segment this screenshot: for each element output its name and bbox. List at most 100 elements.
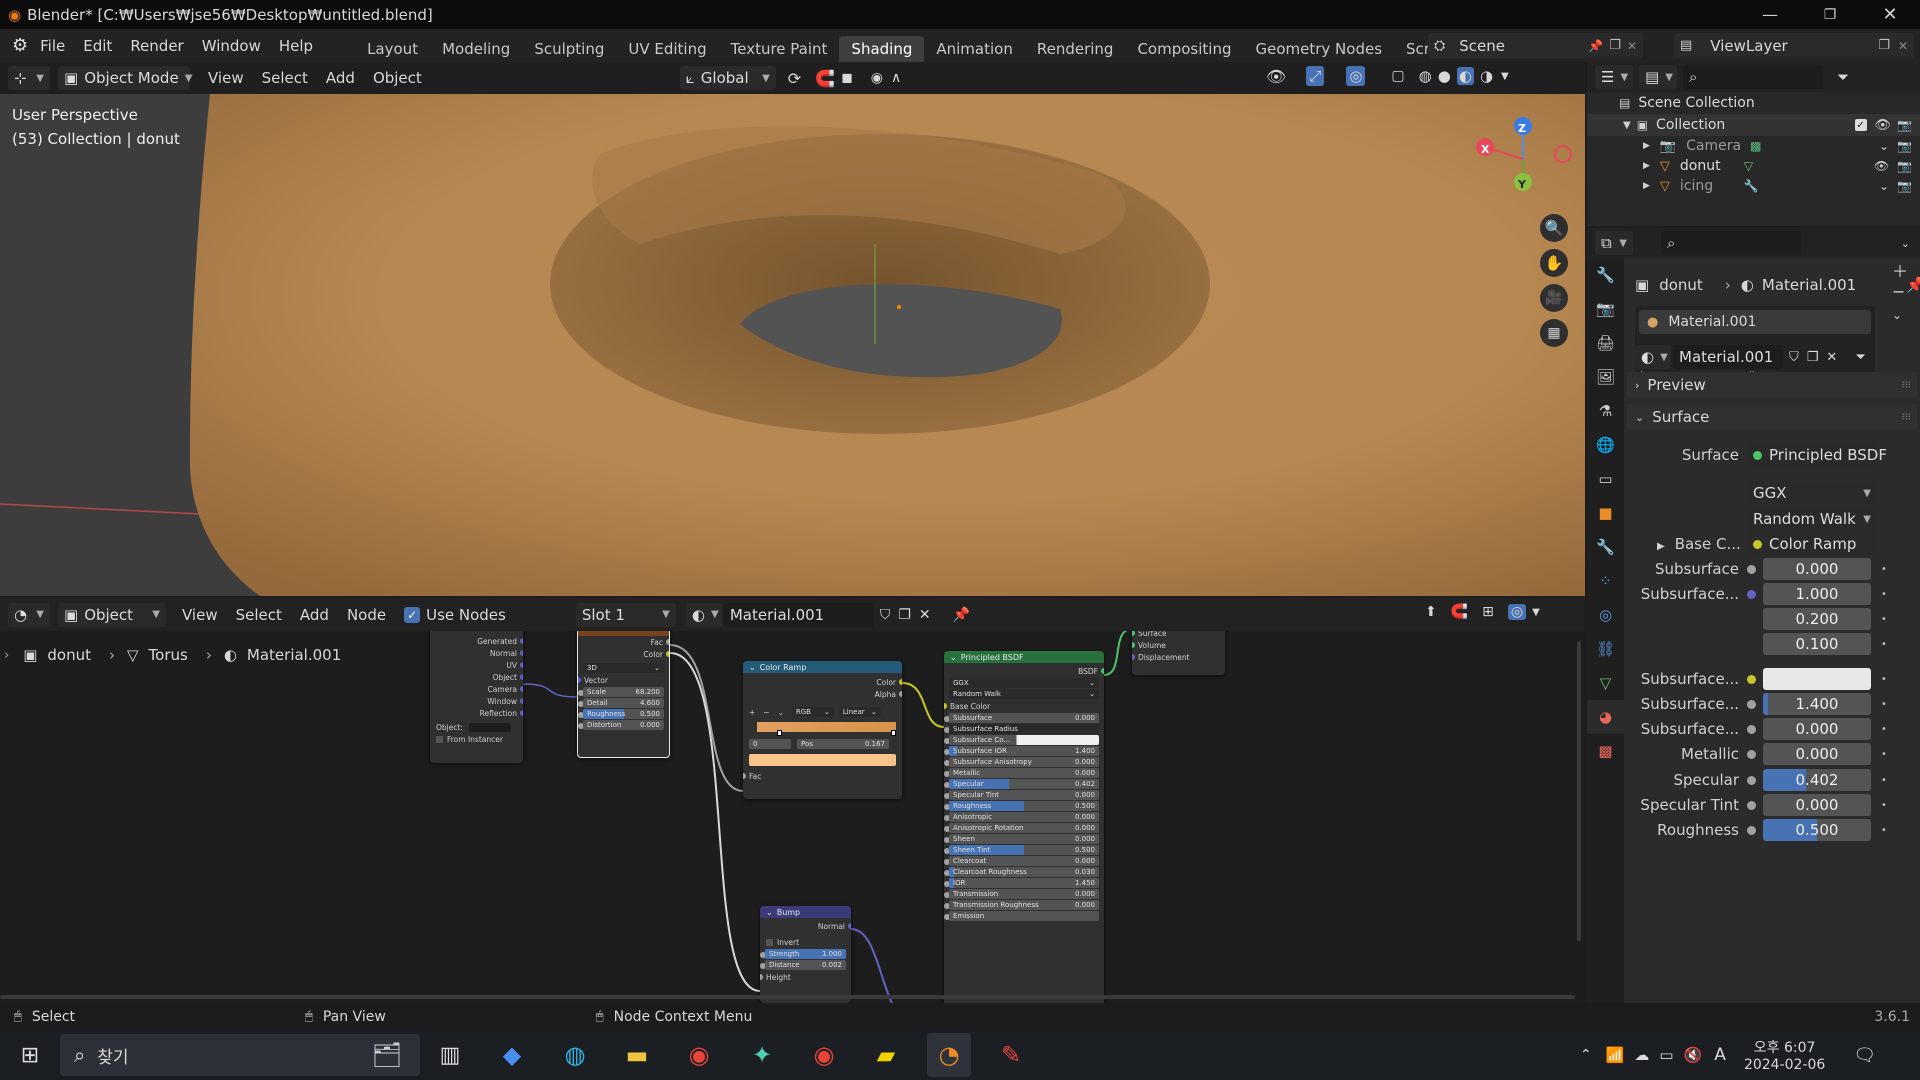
minimize-icon[interactable]: — — [1740, 0, 1800, 29]
principled-bsdf-node[interactable]: ⌄ Principled BSDF BSDF GGX ⌄ Random Walk ⌄ … — [944, 651, 1104, 1003]
outliner-item-row[interactable]: ▶ 📷 Camera ▩ ⌄ 📷 — [1587, 136, 1920, 156]
snap-target-icon[interactable]: ◼ — [841, 70, 853, 86]
outliner-item-row[interactable]: ▶ ▽ donut ▽ 👁 📷 — [1587, 156, 1920, 176]
keyframe-dot-icon[interactable]: • — [1881, 564, 1887, 575]
node-field[interactable]: Anisotropic 0.000 — [949, 812, 1099, 822]
workspace-tab[interactable]: Animation — [924, 36, 1024, 62]
noise-dimension-dropdown[interactable]: 3D ⌄ — [583, 663, 664, 673]
ramp-stop-handle[interactable] — [777, 730, 782, 736]
socket-icon[interactable] — [1747, 615, 1756, 624]
blender-taskbar-icon[interactable]: ◔ — [927, 1033, 971, 1077]
copilot-icon[interactable]: ◆ — [490, 1033, 534, 1077]
battery-icon[interactable]: ▭ — [1659, 1046, 1673, 1064]
socket-icon[interactable] — [1747, 825, 1756, 835]
data-tab-icon[interactable]: ▽ — [1587, 666, 1624, 700]
zoom-icon[interactable]: 🔍 — [1540, 214, 1568, 242]
xray-icon[interactable]: ▢ — [1391, 68, 1404, 84]
taskbar-search[interactable]: ⌕ 찾기 🗂 — [60, 1034, 420, 1076]
property-value-field[interactable]: 0.000 — [1763, 718, 1871, 740]
filter-icon[interactable]: ⏷ — [1837, 68, 1849, 86]
material-output-node[interactable]: Surface Volume Displacement — [1132, 631, 1225, 675]
node-field[interactable]: Subsurface Anisotropy 0.000 — [949, 757, 1099, 767]
property-value-field[interactable]: 0.402 — [1763, 769, 1871, 791]
add-slot-icon[interactable]: ＋ — [1892, 258, 1908, 282]
workspace-tab[interactable]: Rendering — [1025, 36, 1126, 62]
socket-icon[interactable] — [1747, 564, 1756, 574]
parent-node-tree-icon[interactable]: ⬆ — [1425, 604, 1437, 620]
kakaotalk-icon[interactable]: ▰ — [864, 1033, 908, 1077]
shading-options-chevron-icon[interactable]: ▼ — [1501, 71, 1509, 82]
node-node-menu[interactable]: Node — [347, 606, 386, 624]
node-field[interactable]: Roughness 0.500 — [949, 801, 1099, 811]
output-tab-icon[interactable]: 🖨 — [1587, 326, 1624, 360]
scene-tab-icon[interactable]: ⚗ — [1587, 394, 1624, 428]
outliner-item-row[interactable]: ▶ ▽ icing 🔧 ⌄ 📷 — [1587, 176, 1920, 196]
ramp-gradient-bar[interactable] — [757, 722, 896, 736]
node-select-menu[interactable]: Select — [236, 606, 282, 624]
delete-viewlayer-icon[interactable]: ✕ — [1898, 39, 1908, 53]
pin-icon[interactable]: 📌 — [1588, 39, 1603, 53]
collection-row[interactable]: ▼ ▣ Collection ✓ 👁 📷 — [1587, 114, 1920, 136]
paint-app-icon[interactable]: ✎ — [989, 1033, 1033, 1077]
unlink-material-icon[interactable]: ✕ — [919, 607, 931, 623]
gizmo-toggle-icon[interactable]: ⤢ — [1306, 66, 1325, 86]
render-visibility-icon[interactable]: 📷 — [1897, 179, 1912, 193]
node-editor-hscrollbar[interactable] — [0, 995, 1575, 999]
node-field[interactable]: Strength 1.000 — [765, 949, 846, 959]
socket-icon[interactable] — [1747, 699, 1756, 709]
node-view-menu[interactable]: View — [182, 606, 218, 624]
vector-socket[interactable] — [520, 638, 523, 644]
render-visibility-icon[interactable]: 📷 — [1897, 139, 1912, 153]
collection-visibility-icon[interactable]: 👁 — [1875, 118, 1892, 133]
noise-texture-node[interactable]: Fac Color 3D ⌄ Vector Scale 68.200 Detail 4.… — [577, 631, 670, 758]
hidden-icon[interactable]: ⌄ — [1879, 179, 1889, 193]
keyframe-dot-icon[interactable]: • — [1881, 775, 1887, 786]
display-mode-dropdown[interactable]: ▤ ▼ — [1639, 65, 1677, 89]
properties-options-chevron-icon[interactable]: ⌄ — [1901, 237, 1910, 250]
object-tab-icon[interactable]: ■ — [1587, 496, 1624, 530]
mode-dropdown[interactable]: ▣ Object Mode ▼ — [58, 66, 192, 90]
outliner-editor-type[interactable]: ☰ ▼ — [1595, 65, 1633, 89]
property-value-field[interactable]: 0.000 — [1763, 743, 1871, 765]
viewport-add-menu[interactable]: Add — [326, 69, 355, 87]
node-field[interactable]: Anisotropic Rotation 0.000 — [949, 823, 1099, 833]
material-name-field[interactable]: Material.001 — [723, 602, 874, 627]
material-name-field[interactable]: Material.001 — [1673, 345, 1783, 369]
workspace-tab[interactable]: Layout — [355, 36, 430, 62]
collection-expand-icon[interactable]: ▼ — [1623, 120, 1631, 131]
vector-socket[interactable] — [520, 686, 523, 692]
delete-scene-icon[interactable]: ✕ — [1627, 39, 1637, 53]
tool-tab-icon[interactable]: 🔧 — [1587, 258, 1624, 292]
color-ramp-node[interactable]: ⌄ Color Ramp Color Alpha + − ⌄ RGB ⌄ Linear ⌄ 0… — [743, 661, 902, 799]
snap-icon[interactable]: 🧲 — [815, 69, 835, 88]
node-editor-scrollbar[interactable] — [1577, 641, 1581, 941]
keyframe-dot-icon[interactable]: • — [1881, 724, 1887, 735]
remove-slot-icon[interactable]: − — [1892, 282, 1905, 301]
workspace-tab[interactable]: UV Editing — [616, 36, 718, 62]
visibility-icon[interactable]: 👁 — [1266, 67, 1286, 86]
node-field[interactable]: Metallic 0.000 — [949, 768, 1099, 778]
chrome-icon[interactable]: ◉ — [677, 1033, 721, 1077]
editor-type-button[interactable]: ⊹ ▼ — [8, 66, 50, 90]
blender-menu-icon[interactable]: ⚙ — [12, 35, 28, 56]
3d-viewport[interactable]: User Perspective (53) Collection | donut… — [0, 94, 1585, 596]
base-color-expand-icon[interactable]: ▶ — [1657, 541, 1665, 552]
properties-search-input[interactable]: ⌕ — [1661, 231, 1801, 255]
outliner-expand-icon[interactable]: ▶ — [1643, 181, 1650, 191]
ramp-menu-icon[interactable]: ⌄ — [778, 708, 784, 717]
fake-user-shield-icon[interactable]: ⛉ — [1789, 350, 1799, 365]
falloff-icon[interactable]: ∧ — [891, 70, 901, 86]
duplicate-material-icon[interactable]: ❐ — [1807, 350, 1819, 365]
property-value-field[interactable]: 0.200 — [1763, 608, 1871, 630]
world-tab-icon[interactable]: 🌐 — [1587, 428, 1624, 462]
new-viewlayer-icon[interactable]: ❐ — [1878, 38, 1890, 53]
node-field[interactable]: Sheen 0.000 — [949, 834, 1099, 844]
scene-collection-row[interactable]: ▤ Scene Collection — [1587, 92, 1920, 114]
vector-socket[interactable] — [520, 710, 523, 716]
surface-shader-field[interactable]: Principled BSDF — [1747, 443, 1887, 467]
slot-specials-chevron-icon[interactable]: ⌄ — [1892, 308, 1902, 322]
file-explorer-icon[interactable]: ▬ — [615, 1033, 659, 1077]
shader-socket[interactable] — [1132, 654, 1135, 660]
node-field[interactable]: Sheen Tint 0.500 — [949, 845, 1099, 855]
texture-tab-icon[interactable]: ▩ — [1587, 734, 1624, 768]
